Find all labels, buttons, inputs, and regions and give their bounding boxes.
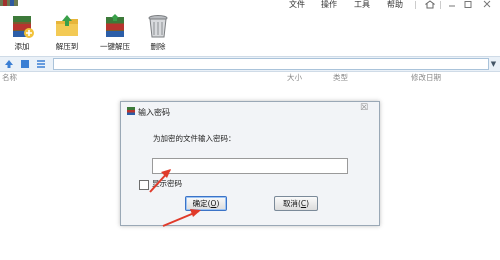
column-name[interactable]: 名称 (2, 73, 17, 83)
minimize-icon[interactable] (446, 0, 458, 10)
cancel-button[interactable]: 取消(C) (274, 196, 318, 211)
skin-icon[interactable] (424, 0, 436, 10)
add-button-label: 添加 (14, 42, 30, 51)
close-icon[interactable] (481, 0, 493, 10)
dialog-title: 输入密码 (138, 108, 170, 117)
ok-button[interactable]: 确定(O) (185, 196, 227, 211)
password-input[interactable] (152, 158, 348, 174)
show-password-label: 显示密码 (152, 179, 182, 188)
ok-shortcut: O (210, 199, 217, 208)
path-bar: ▼ (0, 56, 500, 72)
add-archive-icon (13, 16, 34, 38)
extract-to-button[interactable]: 解压到 (45, 13, 89, 53)
one-click-extract-button[interactable]: 一键解压 (93, 13, 137, 53)
menu-action[interactable]: 操作 (321, 0, 337, 10)
dialog-close-icon[interactable]: ☒ (359, 103, 369, 113)
cancel-button-label: 取消 (282, 199, 298, 208)
window-separator (440, 1, 441, 9)
column-modified[interactable]: 修改日期 (411, 73, 441, 83)
app-logo-icon (0, 0, 18, 6)
path-input[interactable] (53, 58, 489, 70)
column-type[interactable]: 类型 (333, 73, 348, 83)
maximize-icon[interactable] (462, 0, 474, 10)
dialog-app-icon (127, 107, 135, 115)
add-button[interactable]: 添加 (0, 13, 44, 53)
delete-button[interactable]: 删除 (136, 13, 180, 53)
menu-help[interactable]: 帮助 (387, 0, 403, 10)
ok-button-label: 确定 (192, 199, 208, 208)
menu-file[interactable]: 文件 (289, 0, 305, 10)
one-click-extract-icon (106, 14, 124, 37)
thumbnail-view-icon[interactable] (20, 59, 30, 69)
up-arrow-icon[interactable] (4, 59, 14, 69)
one-click-extract-label: 一键解压 (100, 42, 130, 51)
menu-tools[interactable]: 工具 (354, 0, 370, 10)
show-password-checkbox[interactable] (139, 180, 149, 190)
column-size[interactable]: 大小 (287, 73, 302, 83)
chevron-down-icon[interactable]: ▼ (489, 58, 498, 70)
password-prompt: 为加密的文件输入密码： (153, 134, 236, 143)
menu-bar: 文件 操作 工具 帮助 (0, 0, 500, 11)
list-view-icon[interactable] (36, 59, 46, 69)
cancel-shortcut: C (300, 199, 307, 208)
extract-to-label: 解压到 (55, 42, 79, 51)
trash-icon (148, 15, 168, 38)
menu-separator (415, 1, 416, 9)
extract-to-icon (56, 15, 78, 36)
delete-label: 删除 (150, 42, 166, 51)
